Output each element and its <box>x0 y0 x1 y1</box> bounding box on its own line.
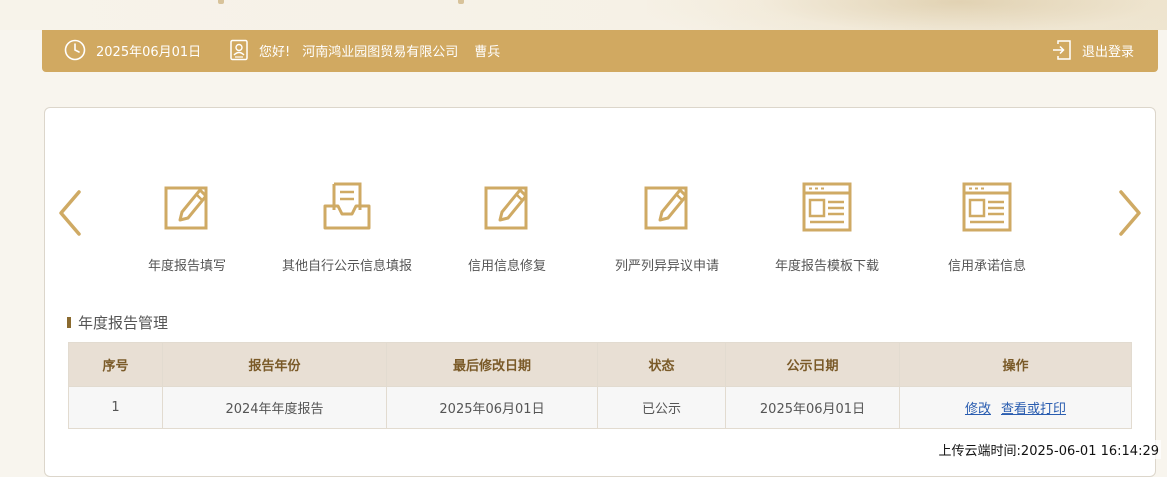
carousel-prev-button[interactable] <box>53 188 87 238</box>
company-name: 河南鸿业园图贸易有限公司 <box>302 44 459 60</box>
carousel-next-button[interactable] <box>1113 188 1147 238</box>
view-print-link[interactable]: 查看或打印 <box>1001 402 1066 417</box>
template-icon <box>960 180 1014 234</box>
user-name: 曹兵 <box>474 44 501 60</box>
column-header-modified: 最后修改日期 <box>386 342 598 387</box>
menu-label: 年度报告填写 <box>147 259 226 274</box>
logout-icon <box>1052 39 1072 61</box>
edit-icon <box>480 180 534 234</box>
menu-annual-report-fill[interactable]: 年度报告填写 <box>107 180 267 275</box>
menu-label: 年度报告模板下载 <box>774 259 879 274</box>
chevron-right-icon <box>1119 190 1141 236</box>
column-header-status: 状态 <box>597 342 726 387</box>
menu-label: 信用承诺信息 <box>947 259 1026 274</box>
menu-credit-commitment[interactable]: 信用承诺信息 <box>907 180 1067 275</box>
banner-decoration <box>647 0 1167 30</box>
cell-published: 2025年06月01日 <box>725 386 900 429</box>
section-title: 年度报告管理 <box>78 314 169 332</box>
template-icon <box>800 180 854 234</box>
current-date: 2025年06月01日 <box>96 44 202 60</box>
table-row: 1 2024年年度报告 2025年06月01日 已公示 2025年06月01日 … <box>68 386 1132 429</box>
annual-report-table: 序号 报告年份 最后修改日期 状态 公示日期 操作 1 2024年年度报告 20… <box>68 342 1132 429</box>
user-greeting: 您好! 河南鸿业园图贸易有限公司 曹兵 <box>229 39 500 61</box>
main-panel: 年度报告填写 其他自行公示信息填报 信用信息修复 列严列异异议申请 年度报告模板… <box>44 107 1156 477</box>
inbox-document-icon <box>320 180 374 234</box>
menu-label: 列严列异异议申请 <box>614 259 719 274</box>
date-display: 2025年06月01日 <box>64 39 201 61</box>
menu-objection-request[interactable]: 列严列异异议申请 <box>587 180 747 275</box>
logout-label: 退出登录 <box>1081 44 1134 60</box>
banner-mark <box>218 0 224 4</box>
menu-label: 信用信息修复 <box>467 259 546 274</box>
greeting-text: 您好! <box>259 44 291 60</box>
edit-icon <box>640 180 694 234</box>
cell-modified: 2025年06月01日 <box>386 386 598 429</box>
menu-template-download[interactable]: 年度报告模板下载 <box>747 180 907 275</box>
menu-other-disclosure[interactable]: 其他自行公示信息填报 <box>267 180 427 275</box>
user-card-icon <box>229 39 249 61</box>
top-banner <box>0 0 1167 30</box>
user-bar: 2025年06月01日 您好! 河南鸿业园图贸易有限公司 曹兵 退出登录 <box>42 30 1158 72</box>
logout-button[interactable]: 退出登录 <box>1052 39 1134 61</box>
cell-year: 2024年年度报告 <box>162 386 387 429</box>
chevron-left-icon <box>59 190 81 236</box>
column-header-year: 报告年份 <box>162 342 387 387</box>
section-heading: 年度报告管理 <box>67 312 168 333</box>
edit-icon <box>160 180 214 234</box>
clock-icon <box>64 39 86 61</box>
cell-index: 1 <box>68 386 163 429</box>
column-header-actions: 操作 <box>899 342 1132 387</box>
table-header-row: 序号 报告年份 最后修改日期 状态 公示日期 操作 <box>68 342 1132 387</box>
cell-actions: 修改 查看或打印 <box>899 386 1132 429</box>
upload-timestamp: 上传云端时间:2025-06-01 16:14:29 <box>936 440 1161 459</box>
cell-status: 已公示 <box>597 386 726 429</box>
section-marker <box>67 317 71 328</box>
banner-mark <box>458 0 464 4</box>
menu-credit-repair[interactable]: 信用信息修复 <box>427 180 587 275</box>
edit-link[interactable]: 修改 <box>965 402 991 417</box>
column-header-index: 序号 <box>68 342 163 387</box>
menu-label: 其他自行公示信息填报 <box>281 259 412 274</box>
column-header-published: 公示日期 <box>725 342 900 387</box>
